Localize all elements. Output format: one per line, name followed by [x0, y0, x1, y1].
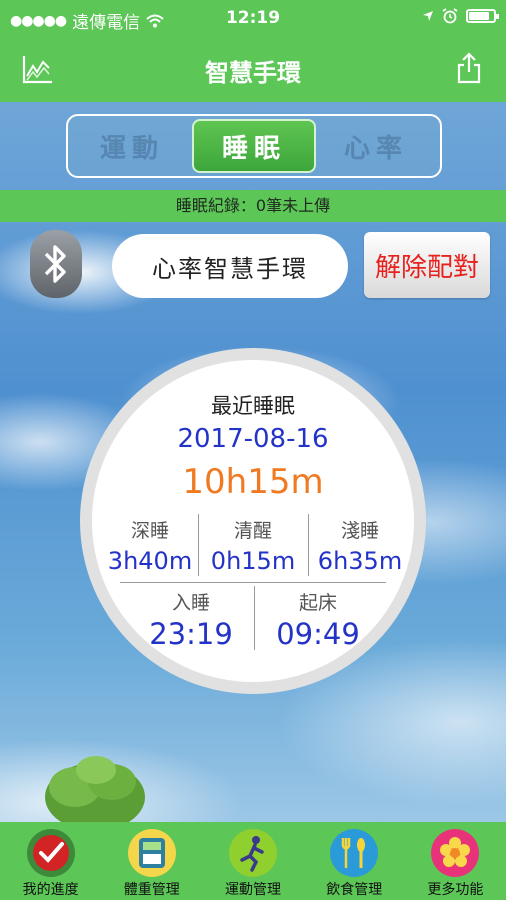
segment-exercise[interactable]: 運動 [72, 119, 192, 173]
stat-divider [254, 586, 255, 650]
tab-my-progress[interactable]: 我的進度 [0, 822, 101, 900]
tree-image [45, 756, 145, 831]
awake-label: 清醒 [233, 520, 272, 542]
sleep-card-title: 最近睡眠 [211, 394, 295, 418]
sleep-total: 10h15m [182, 462, 324, 502]
utensils-icon [330, 829, 379, 877]
share-icon[interactable] [456, 52, 482, 84]
battery-icon [466, 9, 499, 23]
tab-label: 體重管理 [123, 882, 180, 898]
sleep-start-label: 入睡 [171, 592, 210, 614]
light-sleep-value: 6h35m [317, 547, 403, 575]
flower-icon [431, 829, 480, 877]
tab-label: 運動管理 [225, 882, 281, 898]
status-bar: ●●●●● 遠傳電信 12:19 [0, 0, 506, 36]
sleep-summary-ring: 最近睡眠 2017-08-16 10h15m 深睡 3h40m 清醒 0h15m… [80, 348, 426, 694]
location-icon [423, 11, 433, 21]
awake-stat: 清醒 0h15m [200, 516, 306, 575]
segment-heart-rate[interactable]: 心率 [316, 119, 436, 173]
stat-divider [308, 514, 309, 576]
light-sleep-stat: 淺睡 6h35m [310, 516, 410, 575]
app-screen: ●●●●● 遠傳電信 12:19 智慧手環 運動 睡眠 心率 睡眠紀錄：0筆未上… [0, 0, 506, 900]
deep-sleep-label: 深睡 [130, 520, 169, 542]
stat-divider-horizontal [120, 582, 386, 583]
sleep-date: 2017-08-16 [177, 424, 329, 454]
unpair-button[interactable]: 解除配對 [364, 232, 490, 298]
wake-value: 09:49 [276, 617, 360, 651]
tab-label: 更多功能 [427, 882, 484, 898]
bluetooth-button[interactable] [30, 230, 82, 298]
sleep-start-value: 23:19 [149, 617, 233, 651]
tab-label: 飲食管理 [326, 882, 383, 898]
bottom-tab-bar: 我的進度 體重管理 運動管理 飲食管理 更多功能 [0, 822, 506, 900]
progress-icon [26, 829, 75, 877]
deep-sleep-value: 3h40m [107, 547, 193, 575]
tab-weight[interactable]: 體重管理 [101, 822, 202, 900]
upload-status: 睡眠紀錄：0筆未上傳 [0, 190, 506, 222]
runner-icon [229, 829, 277, 877]
tab-label: 我的進度 [22, 882, 79, 898]
alarm-icon [442, 8, 458, 24]
nav-bar: 智慧手環 [0, 36, 506, 102]
deep-sleep-stat: 深睡 3h40m [102, 516, 198, 575]
wake-stat: 起床 09:49 [258, 588, 378, 651]
tab-diet[interactable]: 飲食管理 [304, 822, 405, 900]
light-sleep-label: 淺睡 [340, 520, 379, 542]
awake-value: 0h15m [210, 547, 296, 575]
page-title: 智慧手環 [205, 59, 301, 87]
bluetooth-icon [44, 245, 66, 283]
tab-more[interactable]: 更多功能 [405, 822, 506, 900]
tab-exercise[interactable]: 運動管理 [202, 822, 303, 900]
sleep-start-stat: 入睡 23:19 [132, 588, 250, 651]
stat-divider [198, 514, 199, 576]
mode-segmented-control: 運動 睡眠 心率 [66, 114, 442, 178]
device-name: 心率智慧手環 [112, 234, 348, 298]
scale-icon [127, 829, 176, 877]
wake-label: 起床 [298, 592, 337, 614]
sleep-summary-card: 最近睡眠 2017-08-16 10h15m 深睡 3h40m 清醒 0h15m… [92, 360, 414, 682]
segment-sleep[interactable]: 睡眠 [192, 119, 316, 173]
